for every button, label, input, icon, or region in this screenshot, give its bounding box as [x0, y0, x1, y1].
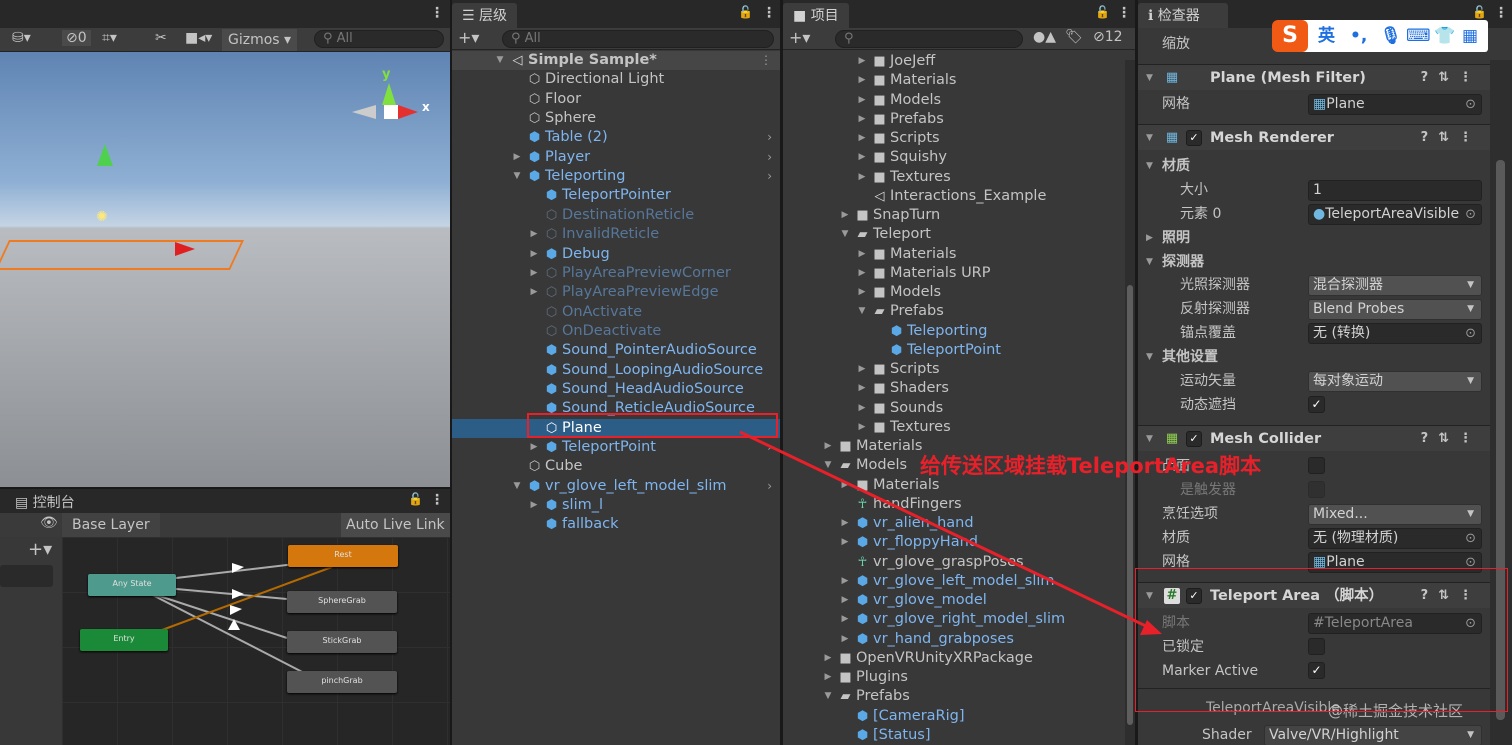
annotation-arrow	[739, 430, 1162, 635]
annotation-text: 给传送区域挂载TeleportArea脚本	[920, 454, 1262, 478]
